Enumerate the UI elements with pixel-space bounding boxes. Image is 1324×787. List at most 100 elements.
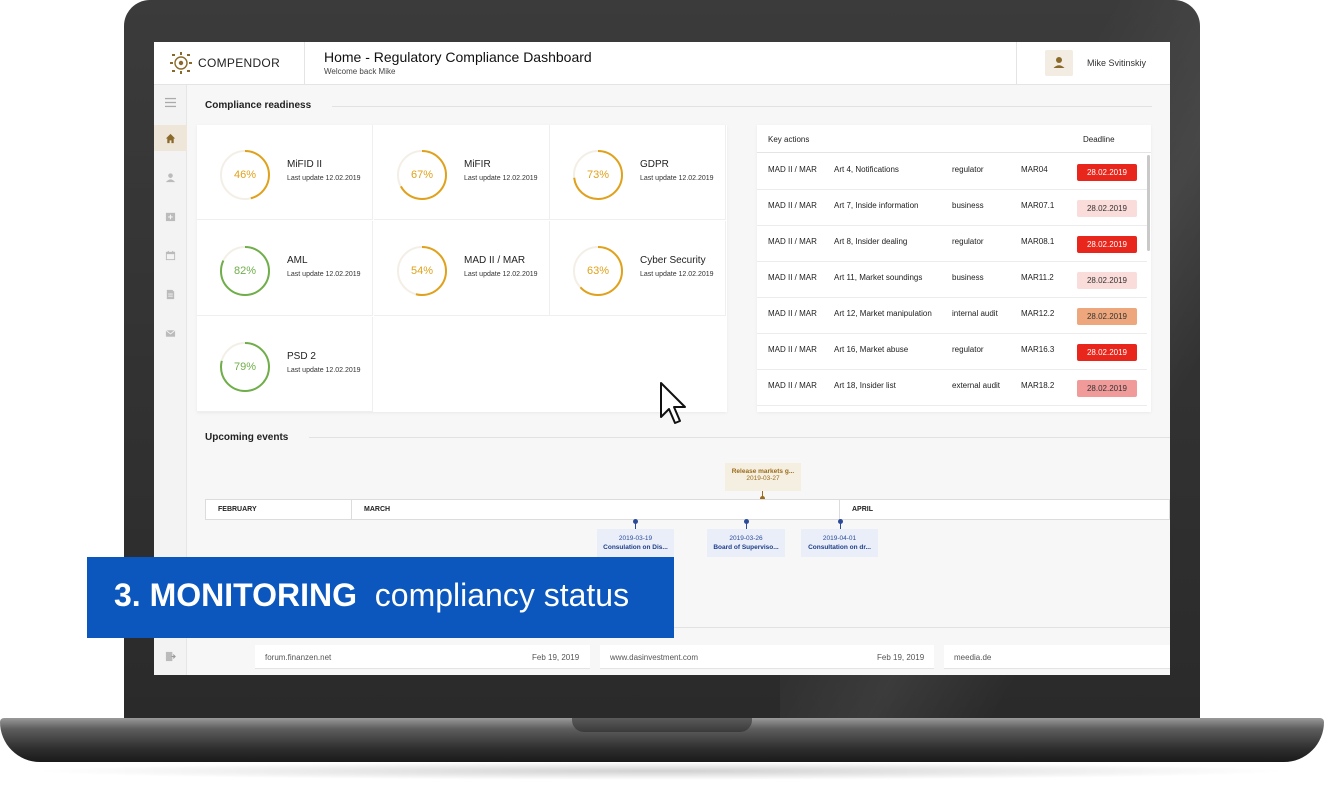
deadline-badge: 28.02.2019 bbox=[1077, 344, 1137, 361]
readiness-name: MiFID II bbox=[287, 159, 322, 170]
section-divider bbox=[309, 437, 1170, 438]
code-cell: MAR12.2 bbox=[1021, 309, 1055, 318]
section-divider bbox=[332, 106, 1152, 107]
timeline-event[interactable]: 2019-03-26 Board of Superviso... bbox=[707, 529, 785, 557]
readiness-card[interactable]: 79% PSD 2 Last update 12.02.2019 bbox=[197, 317, 373, 412]
deadline-badge: 28.02.2019 bbox=[1077, 380, 1137, 397]
user-icon[interactable] bbox=[154, 164, 187, 190]
regulation-cell: MAD II / MAR bbox=[768, 273, 817, 282]
welcome-text: Welcome back Mike bbox=[324, 67, 396, 76]
readiness-name: MiFIR bbox=[464, 159, 491, 170]
owner-cell: internal audit bbox=[952, 309, 998, 318]
news-card[interactable]: meedia.de bbox=[944, 645, 1170, 669]
owner-cell: regulator bbox=[952, 165, 984, 174]
event-connector bbox=[746, 522, 747, 529]
news-source: www.dasinvestment.com bbox=[610, 653, 699, 662]
banner-text: 3. MONITORING compliancy status bbox=[114, 577, 629, 614]
readiness-name: Cyber Security bbox=[640, 255, 706, 266]
event-connector bbox=[635, 522, 636, 529]
table-row[interactable]: MAD II / MAR Art 11, Market soundings busi… bbox=[757, 262, 1147, 298]
compendor-logo-icon bbox=[170, 52, 192, 74]
readiness-card[interactable]: 54% MAD II / MAR Last update 12.02.2019 bbox=[374, 221, 550, 316]
logo-text: COMPENDOR bbox=[198, 56, 281, 70]
laptop-notch bbox=[572, 718, 752, 732]
readiness-updated: Last update 12.02.2019 bbox=[287, 271, 361, 278]
page-title: Home - Regulatory Compliance Dashboard bbox=[324, 49, 592, 65]
readiness-updated: Last update 12.02.2019 bbox=[640, 175, 714, 182]
readiness-percent: 67% bbox=[410, 169, 434, 181]
event-date: 2019-03-27 bbox=[746, 475, 780, 482]
key-actions-header: Key actions bbox=[768, 135, 810, 144]
readiness-card[interactable]: 63% Cyber Security Last update 12.02.2019 bbox=[550, 221, 726, 316]
deadline-badge: 28.02.2019 bbox=[1077, 272, 1137, 289]
events-timeline: FEBRUARY MARCH APRIL bbox=[205, 499, 1170, 520]
code-cell: MAR16.3 bbox=[1021, 345, 1055, 354]
regulation-cell: MAD II / MAR bbox=[768, 309, 817, 318]
regulation-cell: MAD II / MAR bbox=[768, 201, 817, 210]
table-row[interactable]: MAD II / MAR Art 7, Inside information bus… bbox=[757, 190, 1147, 226]
code-cell: MAR04 bbox=[1021, 165, 1048, 174]
table-row[interactable]: MAD II / MAR Art 16, Market abuse regulato… bbox=[757, 334, 1147, 370]
timeline-event[interactable]: 2019-04-01 Consultation on dr... bbox=[801, 529, 878, 557]
readiness-updated: Last update 12.02.2019 bbox=[287, 175, 361, 182]
readiness-updated: Last update 12.02.2019 bbox=[287, 367, 361, 374]
news-card[interactable]: www.dasinvestment.com Feb 19, 2019 bbox=[600, 645, 934, 669]
event-connector bbox=[840, 522, 841, 529]
readiness-card[interactable]: 82% AML Last update 12.02.2019 bbox=[197, 221, 373, 316]
top-timeline-event[interactable]: Release markets g... 2019-03-27 bbox=[725, 463, 801, 491]
export-icon[interactable] bbox=[154, 643, 187, 669]
table-row[interactable]: MAD II / MAR Art 12, Market manipulation i… bbox=[757, 298, 1147, 334]
banner-light-text: compliancy status bbox=[374, 577, 630, 613]
menu-icon[interactable] bbox=[154, 89, 187, 115]
news-date: Feb 19, 2019 bbox=[877, 653, 925, 662]
month-label: APRIL bbox=[852, 506, 873, 513]
logo[interactable]: COMPENDOR bbox=[154, 42, 305, 85]
calendar-icon[interactable] bbox=[154, 242, 187, 268]
add-folder-icon[interactable] bbox=[154, 203, 187, 229]
regulation-cell: MAD II / MAR bbox=[768, 381, 817, 390]
code-cell: MAR08.1 bbox=[1021, 237, 1055, 246]
event-date: 2019-03-19 bbox=[618, 535, 653, 542]
user-menu[interactable]: Mike Svitinskiy bbox=[1016, 42, 1170, 85]
readiness-updated: Last update 12.02.2019 bbox=[464, 271, 538, 278]
news-card[interactable]: forum.finanzen.net Feb 19, 2019 bbox=[255, 645, 590, 669]
readiness-percent: 73% bbox=[586, 169, 610, 181]
table-scrollbar[interactable] bbox=[1147, 155, 1150, 251]
table-row[interactable]: MAD II / MAR Art 18, Insider list external… bbox=[757, 370, 1147, 406]
mail-icon[interactable] bbox=[154, 320, 187, 346]
readiness-card[interactable]: 46% MiFID II Last update 12.02.2019 bbox=[197, 125, 373, 220]
article-cell: Art 8, Insider dealing bbox=[834, 237, 908, 246]
table-row[interactable]: MAD II / MAR Art 8, Insider dealing regula… bbox=[757, 226, 1147, 262]
readiness-percent: 79% bbox=[233, 361, 257, 373]
regulation-cell: MAD II / MAR bbox=[768, 165, 817, 174]
news-date: Feb 19, 2019 bbox=[532, 653, 580, 662]
avatar bbox=[1045, 50, 1073, 76]
events-section-title: Upcoming events bbox=[205, 432, 289, 443]
feature-banner: 3. MONITORING compliancy status bbox=[87, 557, 674, 638]
user-avatar-icon bbox=[1053, 57, 1065, 68]
readiness-section-title: Compliance readiness bbox=[205, 100, 312, 111]
readiness-card[interactable]: 73% GDPR Last update 12.02.2019 bbox=[550, 125, 726, 220]
month-label: MARCH bbox=[352, 500, 840, 519]
event-label: Consultation on dr... bbox=[808, 544, 871, 551]
code-cell: MAR18.2 bbox=[1021, 381, 1055, 390]
event-label: Consulation on Dis... bbox=[603, 544, 668, 551]
article-cell: Art 18, Insider list bbox=[834, 381, 896, 390]
readiness-updated: Last update 12.02.2019 bbox=[640, 271, 714, 278]
table-row[interactable]: MAD II / MAR Art 4, Notifications regulato… bbox=[757, 154, 1147, 190]
readiness-percent: 63% bbox=[586, 265, 610, 277]
home-icon[interactable] bbox=[154, 125, 187, 151]
readiness-percent: 54% bbox=[410, 265, 434, 277]
owner-cell: regulator bbox=[952, 345, 984, 354]
deadline-header: Deadline bbox=[1083, 135, 1115, 144]
deadline-badge: 28.02.2019 bbox=[1077, 308, 1137, 325]
readiness-card[interactable]: 67% MiFIR Last update 12.02.2019 bbox=[374, 125, 550, 220]
mouse-cursor-icon bbox=[660, 382, 686, 424]
month-label: FEBRUARY bbox=[206, 500, 352, 519]
readiness-name: AML bbox=[287, 255, 308, 266]
document-icon[interactable] bbox=[154, 281, 187, 307]
event-date: 2019-03-26 bbox=[729, 535, 763, 542]
owner-cell: regulator bbox=[952, 237, 984, 246]
deadline-badge: 28.02.2019 bbox=[1077, 200, 1137, 217]
timeline-event[interactable]: 2019-03-19 Consulation on Dis... bbox=[597, 529, 674, 557]
